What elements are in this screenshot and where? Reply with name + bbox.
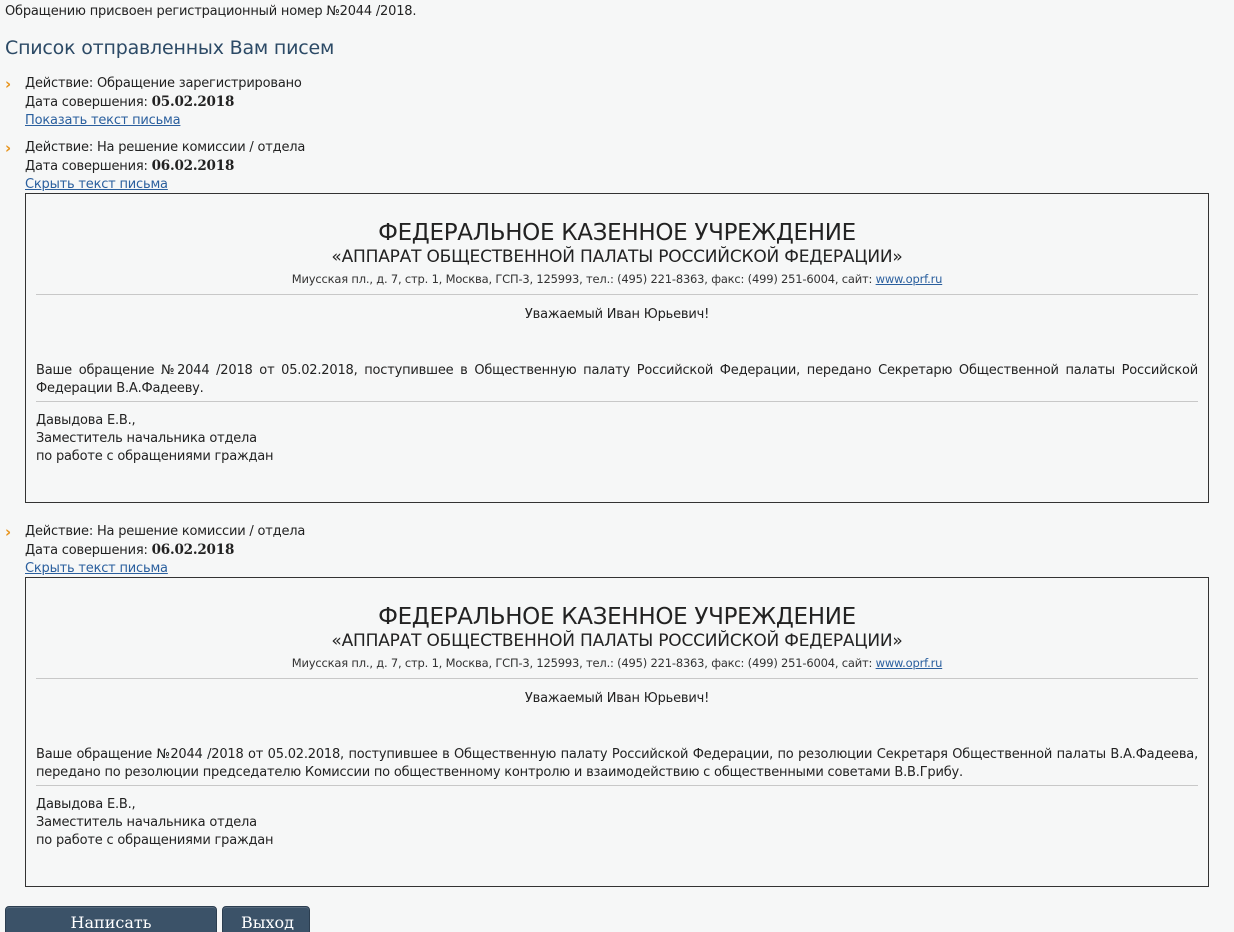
action-label: Действие: Обращение зарегистрировано — [25, 76, 302, 91]
divider — [36, 294, 1198, 295]
page: Обращению присвоен регистрационный номер… — [0, 0, 1234, 932]
letter-body: Ваше обращение №2044 /2018 от 05.02.2018… — [36, 363, 1198, 396]
signer-title: Заместитель начальника отдела — [36, 815, 257, 830]
hide-letter-link[interactable]: Скрыть текст письма — [25, 176, 168, 194]
signer-name: Давыдова Е.В., — [36, 797, 136, 812]
letter-greeting: Уважаемый Иван Юрьевич! — [524, 307, 710, 322]
letter-greeting: Уважаемый Иван Юрьевич! — [524, 691, 710, 706]
letter-panel: ФЕДЕРАЛЬНОЕ КАЗЕННОЕ УЧРЕЖДЕНИЕ «АППАРАТ… — [25, 577, 1209, 887]
write-comment-button[interactable]: Написать комментарий — [5, 906, 217, 932]
letter-org-subtitle: «АППАРАТ ОБЩЕСТВЕННОЙ ПАЛАТЫ РОССИЙСКОЙ … — [331, 631, 903, 651]
exit-button[interactable]: Выход — [222, 906, 310, 932]
site-link[interactable]: www.oprf.ru — [876, 272, 943, 286]
signer-name: Давыдова Е.В., — [36, 413, 136, 428]
signer-title: Заместитель начальника отдела — [36, 431, 257, 446]
letter-org-name: ФЕДЕРАЛЬНОЕ КАЗЕННОЕ УЧРЕЖДЕНИЕ — [378, 220, 856, 246]
signer-dept: по работе с обращениями граждан — [36, 449, 274, 464]
site-link[interactable]: www.oprf.ru — [876, 656, 943, 670]
action-date-value: 06.02.2018 — [151, 158, 235, 174]
action-date: Дата совершения: 06.02.2018 — [25, 542, 235, 558]
letter-org-name: ФЕДЕРАЛЬНОЕ КАЗЕННОЕ УЧРЕЖДЕНИЕ — [378, 604, 856, 630]
divider — [36, 401, 1198, 402]
action-label: Действие: На решение комиссии / отдела — [25, 140, 306, 155]
action-item: › Действие: На решение комиссии / отдела… — [5, 523, 306, 578]
letter-address: Миусская пл., д. 7, стр. 1, Москва, ГСП-… — [291, 656, 943, 670]
chevron-right-icon: › — [5, 75, 11, 93]
action-date-value: 06.02.2018 — [151, 542, 235, 558]
action-label: Действие: На решение комиссии / отдела — [25, 524, 306, 539]
registration-note: Обращению присвоен регистрационный номер… — [5, 4, 417, 19]
hide-letter-link[interactable]: Скрыть текст письма — [25, 560, 168, 578]
action-item: › Действие: На решение комиссии / отдела… — [5, 139, 306, 194]
divider — [36, 785, 1198, 786]
action-date-value: 05.02.2018 — [151, 94, 235, 110]
action-date: Дата совершения: 05.02.2018 — [25, 94, 235, 110]
signer-dept: по работе с обращениями граждан — [36, 833, 274, 848]
chevron-right-icon: › — [5, 139, 11, 157]
letters-list-title: Список отправленных Вам писем — [5, 37, 335, 59]
chevron-right-icon: › — [5, 523, 11, 541]
letter-body: Ваше обращение №2044 /2018 от 05.02.2018… — [36, 747, 1198, 780]
show-letter-link[interactable]: Показать текст письма — [25, 112, 181, 130]
letter-address: Миусская пл., д. 7, стр. 1, Москва, ГСП-… — [291, 272, 943, 286]
divider — [36, 678, 1198, 679]
action-item: › Действие: Обращение зарегистрировано Д… — [5, 75, 302, 130]
letter-panel: ФЕДЕРАЛЬНОЕ КАЗЕННОЕ УЧРЕЖДЕНИЕ «АППАРАТ… — [25, 193, 1209, 503]
letter-signature: Давыдова Е.В., Заместитель начальника от… — [36, 412, 1198, 466]
letter-signature: Давыдова Е.В., Заместитель начальника от… — [36, 796, 1198, 850]
action-date: Дата совершения: 06.02.2018 — [25, 158, 235, 174]
letter-org-subtitle: «АППАРАТ ОБЩЕСТВЕННОЙ ПАЛАТЫ РОССИЙСКОЙ … — [331, 247, 903, 267]
